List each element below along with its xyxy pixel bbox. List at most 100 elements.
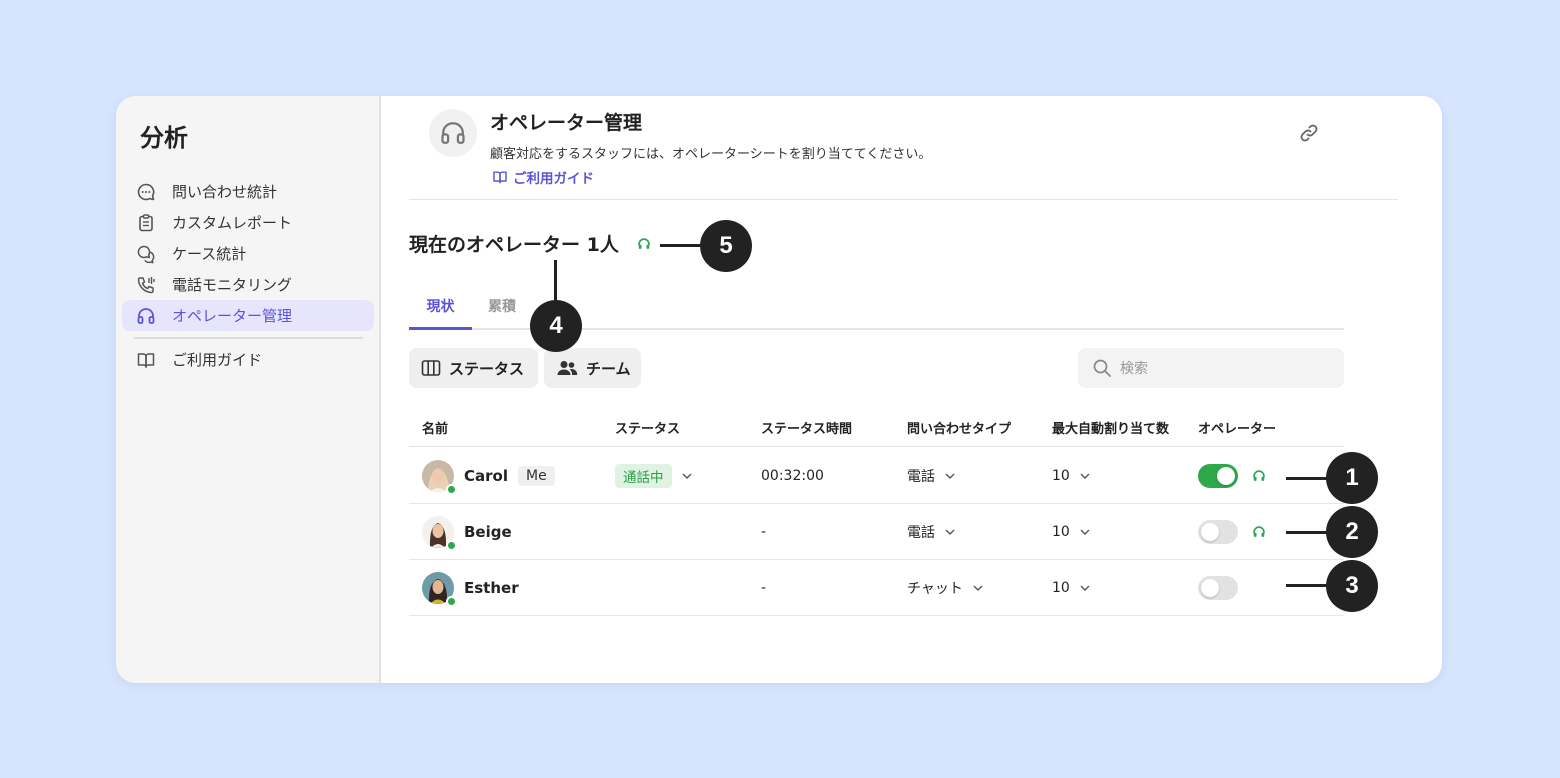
sidebar-title: 分析 xyxy=(140,124,188,152)
search-input[interactable]: 検索 xyxy=(1078,348,1344,388)
callout-line xyxy=(1286,584,1328,587)
callout-marker: 3 xyxy=(1326,560,1378,612)
status-filter-button[interactable]: ステータス xyxy=(409,348,538,388)
tab-current[interactable]: 現状 xyxy=(409,296,472,330)
sidebar-item-operator-management[interactable]: オペレーター管理 xyxy=(122,300,374,331)
max-assign-dropdown[interactable]: 10 xyxy=(1052,560,1090,616)
chevron-down-icon xyxy=(682,473,692,479)
sidebar-item-custom-report[interactable]: カスタムレポート xyxy=(122,207,374,238)
operator-cell xyxy=(1198,560,1238,616)
status-badge: 通話中 xyxy=(615,464,672,488)
chevron-down-icon xyxy=(945,529,955,535)
max-assign-dropdown[interactable]: 10 xyxy=(1052,448,1090,504)
operator-name: Carol xyxy=(464,467,508,485)
guide-link-label: ご利用ガイド xyxy=(513,171,594,187)
sidebar-item-case-stats[interactable]: ケース統計 xyxy=(122,238,374,269)
callout-marker: 2 xyxy=(1326,506,1378,558)
columns-icon xyxy=(421,359,441,377)
page-title: オペレーター管理 xyxy=(490,112,643,134)
sidebar-divider xyxy=(134,337,363,339)
search-placeholder: 検索 xyxy=(1120,361,1148,377)
name-cell: Carol Me xyxy=(409,448,555,504)
sidebar-item-label: 問い合わせ統計 xyxy=(172,183,278,201)
max-assign-value: 10 xyxy=(1052,580,1070,596)
max-assign-value: 10 xyxy=(1052,524,1070,540)
inquiry-type-dropdown[interactable]: 電話 xyxy=(907,448,955,504)
operator-toggle[interactable] xyxy=(1198,520,1238,544)
table-row: Esther - チャット 10 xyxy=(409,560,1344,616)
sidebar-item-inquiry-stats[interactable]: 問い合わせ統計 xyxy=(122,176,374,207)
callout-line xyxy=(1286,477,1328,480)
callout-marker: 5 xyxy=(700,220,752,272)
book-icon xyxy=(136,350,156,370)
column-header-status-time[interactable]: ステータス時間 xyxy=(761,418,852,437)
callout-line xyxy=(660,244,702,247)
sidebar-item-label: オペレーター管理 xyxy=(172,307,293,325)
tab-cumulative[interactable]: 累積 xyxy=(488,296,516,330)
link-icon[interactable] xyxy=(1298,122,1320,144)
avatar[interactable] xyxy=(422,460,457,495)
online-status-dot xyxy=(446,540,457,551)
inquiry-type-value: チャット xyxy=(907,581,963,597)
book-icon xyxy=(492,169,508,185)
section-title: 現在のオペレーター 1人 xyxy=(409,234,619,256)
status-time: - xyxy=(761,524,767,540)
team-filter-button[interactable]: チーム xyxy=(544,348,641,388)
callout-line xyxy=(1286,531,1328,534)
callout-line xyxy=(554,260,557,302)
sidebar-item-label: カスタムレポート xyxy=(172,214,293,232)
inquiry-type-dropdown[interactable]: チャット xyxy=(907,560,983,616)
sidebar-item-label: ご利用ガイド xyxy=(172,351,263,369)
status-time: 00:32:00 xyxy=(761,468,824,484)
main-content: オペレーター管理 顧客対応をするスタッフには、オペレーターシートを割り当ててくだ… xyxy=(383,96,1442,683)
table-header-divider xyxy=(409,446,1344,447)
status-dropdown[interactable]: 通話中 xyxy=(615,448,692,504)
search-icon xyxy=(1092,358,1112,378)
me-badge: Me xyxy=(517,466,555,486)
headset-icon xyxy=(136,306,156,326)
status-time: - xyxy=(761,580,767,596)
sidebar-item-label: 電話モニタリング xyxy=(172,276,293,294)
table-row: Beige - 電話 10 xyxy=(409,504,1344,560)
column-header-status[interactable]: ステータス xyxy=(615,418,680,437)
team-filter-label: チーム xyxy=(586,359,631,378)
operator-cell xyxy=(1198,504,1266,560)
operator-toggle[interactable] xyxy=(1198,464,1238,488)
sidebar: 分析 問い合わせ統計 カスタムレポート ケース統計 電話モニタリング オペレータ… xyxy=(116,96,381,683)
avatar[interactable] xyxy=(422,516,457,551)
chat-bubbles-icon xyxy=(136,244,156,264)
operator-name: Beige xyxy=(464,523,512,541)
avatar[interactable] xyxy=(422,572,457,607)
phone-icon xyxy=(136,275,156,295)
column-header-max-assign[interactable]: 最大自動割り当て数 xyxy=(1052,418,1169,437)
status-filter-label: ステータス xyxy=(449,359,525,378)
online-status-dot xyxy=(446,484,457,495)
headset-icon xyxy=(637,236,651,255)
inquiry-type-value: 電話 xyxy=(907,469,935,485)
operator-toggle[interactable] xyxy=(1198,576,1238,600)
column-header-operator[interactable]: オペレーター xyxy=(1198,418,1276,437)
chevron-down-icon xyxy=(945,473,955,479)
column-header-name[interactable]: 名前 xyxy=(422,418,448,437)
clipboard-icon xyxy=(136,213,156,233)
callout-marker: 4 xyxy=(530,300,582,352)
max-assign-dropdown[interactable]: 10 xyxy=(1052,504,1090,560)
chevron-down-icon xyxy=(973,585,983,591)
guide-link[interactable]: ご利用ガイド xyxy=(492,167,594,187)
inquiry-type-dropdown[interactable]: 電話 xyxy=(907,504,955,560)
operator-cell xyxy=(1198,448,1266,504)
headset-icon xyxy=(429,109,477,157)
people-icon xyxy=(556,359,578,377)
chevron-down-icon xyxy=(1080,585,1090,591)
page-description: 顧客対応をするスタッフには、オペレーターシートを割り当ててください。 xyxy=(490,147,932,162)
table-row: Carol Me 通話中 00:32:00 電話 10 xyxy=(409,448,1344,504)
column-header-inquiry-type[interactable]: 問い合わせタイプ xyxy=(907,418,1011,437)
sidebar-item-phone-monitoring[interactable]: 電話モニタリング xyxy=(122,269,374,300)
name-cell: Beige xyxy=(409,504,512,560)
headset-icon xyxy=(1252,525,1266,539)
sidebar-item-guide[interactable]: ご利用ガイド xyxy=(122,344,374,375)
app-window: 分析 問い合わせ統計 カスタムレポート ケース統計 電話モニタリング オペレータ… xyxy=(116,96,1442,683)
inquiry-type-value: 電話 xyxy=(907,525,935,541)
callout-marker: 1 xyxy=(1326,452,1378,504)
name-cell: Esther xyxy=(409,560,519,616)
